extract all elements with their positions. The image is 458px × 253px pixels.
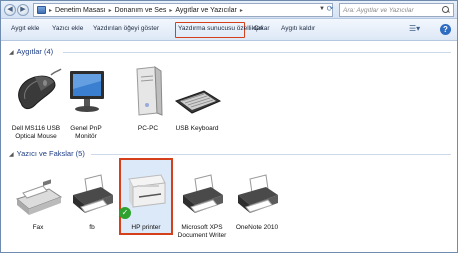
collapse-arrow-icon[interactable]: ◢ [9, 50, 14, 56]
help-icon[interactable]: ? [440, 24, 451, 35]
breadcrumb-devices-printers[interactable]: Aygıtlar ve Yazıcılar [175, 7, 236, 14]
print-server-properties-button[interactable]: Yazdırma sunucusu özellikleri [178, 25, 264, 32]
device-monitor[interactable]: Genel PnP Monitör [57, 63, 115, 143]
add-device-button[interactable]: Aygıt ekle [11, 25, 39, 32]
collapse-arrow-icon[interactable]: ◢ [9, 152, 14, 158]
printers-group-header[interactable]: ◢ Yazıcı ve Fakslar (5) [9, 149, 85, 158]
fax-icon [15, 179, 63, 215]
default-check-icon: ✓ [119, 207, 131, 219]
device-printer-xps[interactable]: Microsoft XPS Document Writer [173, 169, 231, 239]
see-print-queue-button[interactable]: Yazdırılan öğeyi göster [93, 25, 159, 32]
device-printer-onenote[interactable]: OneNote 2010 [228, 169, 286, 239]
printer-icon [73, 174, 113, 213]
devices-group-header[interactable]: ◢ Aygıtlar (4) [9, 47, 53, 56]
printer-icon [238, 174, 278, 213]
device-printer-fb[interactable]: fb [63, 169, 121, 239]
group-divider [91, 154, 451, 155]
search-placeholder: Ara: Aygıtlar ve Yazıcılar [343, 6, 414, 14]
device-label: Microsoft XPS [181, 224, 223, 231]
device-label: OneNote 2010 [235, 224, 279, 231]
device-label: Fax [32, 224, 44, 231]
eject-button[interactable]: Çıkar [254, 25, 270, 32]
device-label: HP printer [131, 224, 161, 231]
search-input[interactable]: Ara: Aygıtlar ve Yazıcılar [339, 3, 454, 17]
device-label: USB Keyboard [175, 125, 219, 132]
breadcrumb-hardware-sound[interactable]: Donanım ve Ses [115, 7, 167, 14]
device-label: Genel PnP [70, 125, 102, 132]
group-divider [63, 52, 451, 53]
command-bar: Aygıt ekle Yazıcı ekle Yazdırılan öğeyi … [1, 19, 457, 41]
breadcrumb-chevron-icon[interactable]: ▸ [240, 7, 243, 14]
printers-group-title: Yazıcı ve Fakslar (5) [16, 149, 85, 158]
forward-button[interactable]: ▶ [17, 4, 29, 16]
device-fax[interactable]: Fax [9, 169, 67, 239]
control-panel-icon [37, 6, 46, 14]
back-button[interactable]: ◀ [4, 4, 16, 16]
refresh-icon[interactable]: ⟳ [325, 3, 335, 15]
view-options-icon[interactable]: ☰▾ [409, 24, 420, 33]
device-label: Document Writer [177, 232, 227, 239]
device-keyboard[interactable]: USB Keyboard [168, 63, 226, 143]
printer-icon [183, 174, 223, 213]
devices-and-printers-window: ◀ ▶ ▸ Denetim Masası ▸ Donanım ve Ses ▸ … [0, 0, 458, 253]
keyboard-icon [174, 90, 222, 114]
address-bar-row: ◀ ▶ ▸ Denetim Masası ▸ Donanım ve Ses ▸ … [1, 1, 457, 19]
device-label: Monitör [75, 133, 97, 140]
breadcrumb-chevron-icon[interactable]: ▸ [49, 7, 52, 14]
breadcrumb-chevron-icon[interactable]: ▸ [169, 7, 172, 14]
monitor-icon [70, 71, 104, 112]
breadcrumb-chevron-icon[interactable]: ▸ [109, 7, 112, 14]
add-printer-button[interactable]: Yazıcı ekle [52, 25, 83, 32]
devices-group-title: Aygıtlar (4) [16, 47, 54, 56]
remove-device-button[interactable]: Aygıtı kaldır [281, 25, 315, 32]
breadcrumb-control-panel[interactable]: Denetim Masası [55, 7, 106, 14]
device-label: fb [89, 224, 95, 231]
search-icon[interactable] [441, 5, 451, 15]
address-bar[interactable]: ▸ Denetim Masası ▸ Donanım ve Ses ▸ Aygı… [33, 3, 333, 17]
device-printer-hp[interactable]: ✓ HP printer [117, 163, 175, 235]
